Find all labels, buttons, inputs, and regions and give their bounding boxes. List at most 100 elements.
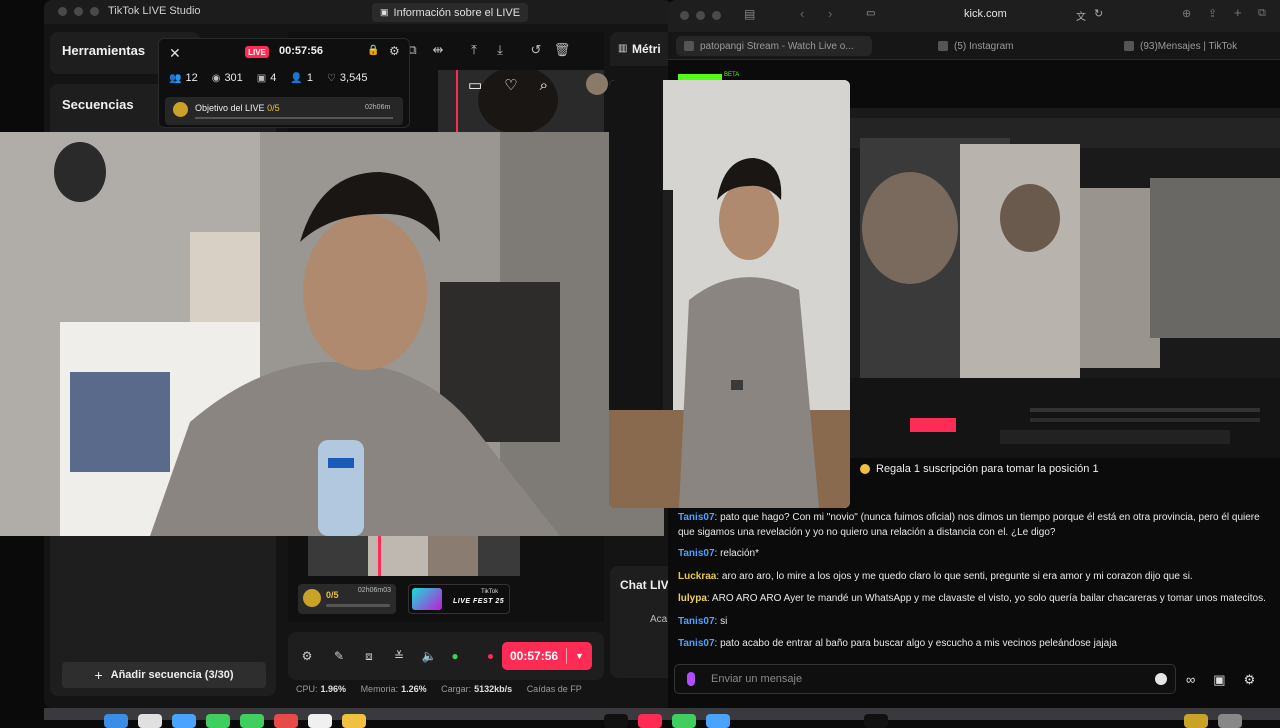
translate-icon[interactable]: 文	[1076, 8, 1086, 23]
address-bar[interactable]: kick.com	[964, 8, 1007, 20]
avatar[interactable]	[586, 73, 608, 95]
scene-thumbnail[interactable]	[308, 536, 520, 576]
chat-text: aro aro aro, lo mire a los ojos y me que…	[721, 571, 1193, 582]
chat-username[interactable]: Tanis07	[678, 638, 715, 649]
metrics-panel[interactable]: ▥ Métri	[610, 32, 672, 66]
instagram-favicon	[938, 41, 948, 51]
app-store-icon[interactable]	[706, 714, 730, 728]
chat-username[interactable]: Tanis07	[678, 512, 715, 523]
live-goal-box[interactable]: Objetivo del LIVE 0/5 02h06m	[165, 97, 403, 125]
chevron-down-icon[interactable]: ▼	[575, 651, 584, 661]
notes-icon[interactable]	[342, 714, 366, 728]
music-icon[interactable]	[638, 714, 662, 728]
goal-time: 02h06m	[365, 104, 391, 111]
goal-label-text: Objetivo del LIVE	[195, 103, 265, 113]
minimize-window-button[interactable]	[74, 7, 83, 16]
trash-icon[interactable]	[1218, 714, 1242, 728]
add-user-icon: 👤	[290, 72, 303, 84]
flip-horizontal-icon[interactable]: ⇹	[430, 42, 446, 58]
cpu-value: 1.96%	[320, 684, 347, 694]
spotify-icon[interactable]	[864, 714, 888, 728]
end-live-button[interactable]: 00:57:56 ▼	[502, 642, 592, 670]
kick-stream-video[interactable]	[850, 108, 1280, 458]
chat-username[interactable]: Luckraa	[678, 571, 716, 582]
forward-icon[interactable]: ›	[828, 6, 832, 21]
users-icon: 👥	[169, 72, 182, 84]
live-info-label: Información sobre el LIVE	[393, 6, 521, 19]
chat-message: Tanis07: pato que hago? Con mi "novio" (…	[678, 512, 1260, 538]
move-bottom-icon[interactable]: ⤓	[492, 42, 508, 58]
page-icon: ▭	[866, 8, 876, 19]
zoom-window-button[interactable]	[712, 11, 721, 20]
launchpad-icon[interactable]	[138, 714, 162, 728]
gear-icon[interactable]: ⚙	[389, 44, 400, 58]
share-icon[interactable]: ⇪	[1208, 7, 1217, 20]
goal-mini-time: 02h06m03	[357, 587, 391, 594]
chat-text: pato que hago? Con mi "novio" (nunca fui…	[678, 512, 1260, 538]
tiktok-live-studio-icon[interactable]	[604, 714, 628, 728]
live-info-button[interactable]: ▣ Información sobre el LIVE	[372, 3, 529, 22]
tab-instagram[interactable]: (5) Instagram	[930, 36, 1100, 56]
layout-icon[interactable]: ⧈	[362, 649, 376, 663]
reload-icon[interactable]: ↻	[1094, 7, 1103, 20]
microphone-icon[interactable]: ●	[448, 649, 462, 663]
undo-icon[interactable]: ↺	[528, 42, 544, 58]
close-icon[interactable]: ✕	[169, 45, 181, 62]
add-sequence-button[interactable]: + Añadir secuencia (3/30)	[62, 662, 266, 688]
sliders-icon[interactable]: ≚	[392, 649, 406, 663]
download-icon[interactable]: ⊕	[1182, 7, 1191, 20]
live-fest-title: LIVE FEST 25	[453, 598, 505, 605]
facetime-icon[interactable]	[240, 714, 264, 728]
live-control-bar: ⚙ ✎ ⧈ ≚ 🔈 ● 00:57:56 ▼	[288, 632, 604, 680]
close-window-button[interactable]	[58, 7, 67, 16]
browse-icon[interactable]: ▭	[468, 76, 482, 94]
safari-toolbar: ▤ ‹ › ▭ kick.com 文 ↻ ⊕ ⇪ + ⧉	[668, 0, 1280, 32]
safari-icon[interactable]	[172, 714, 196, 728]
chat-username[interactable]: lulypa	[678, 593, 707, 604]
chat-text: ARO ARO ARO Ayer te mandé un WhatsApp y …	[711, 593, 1266, 604]
tab-tiktok-messages[interactable]: (93)Mensajes | TikTok	[1116, 36, 1276, 56]
minimize-window-button[interactable]	[696, 11, 705, 20]
zoom-window-button[interactable]	[90, 7, 99, 16]
heart-icon: ♡	[326, 72, 336, 84]
live-goal-widget[interactable]: 0/5 02h06m03	[298, 584, 396, 614]
move-top-icon[interactable]: ⤒	[466, 42, 482, 58]
back-icon[interactable]: ‹	[800, 6, 804, 21]
chat-input[interactable]: Enviar un mensaje	[674, 664, 1176, 694]
volume-icon[interactable]: 🔈	[422, 649, 437, 663]
gift-icon[interactable]: ▣	[1213, 672, 1225, 688]
chart-icon: ▥	[618, 43, 628, 54]
calendar-icon[interactable]	[308, 714, 332, 728]
gifts-stat: ▣ 4	[257, 72, 277, 84]
microphone-icon[interactable]	[687, 672, 695, 686]
whatsapp-icon[interactable]	[672, 714, 696, 728]
finder-icon[interactable]	[104, 714, 128, 728]
messages-icon[interactable]	[206, 714, 230, 728]
sidebar-icon[interactable]: ▤	[744, 7, 755, 21]
lock-icon[interactable]: 🔒	[367, 45, 379, 56]
tab-overview-icon[interactable]: ⧉	[1258, 7, 1266, 20]
live-chat-preview: Aca	[650, 614, 668, 625]
kicks-icon[interactable]: ∞	[1186, 672, 1195, 688]
divider	[566, 648, 568, 664]
downloads-stack-icon[interactable]	[1184, 714, 1208, 728]
gift-sub-banner[interactable]: Regala 1 suscripción para tomar la posic…	[850, 458, 1280, 480]
chat-actions: ∞ ▣ ⚙	[1186, 672, 1255, 688]
scene-toolbar: ⧉ ⇹ ⤒ ⤓ ↺ 🗑	[404, 36, 604, 64]
search-icon[interactable]: ⌕	[540, 77, 548, 94]
chat-settings-icon[interactable]: ⚙	[1244, 672, 1256, 688]
new-tab-icon[interactable]: +	[1234, 5, 1242, 20]
magic-wand-icon[interactable]: ✎	[332, 649, 346, 663]
tab-kick-stream[interactable]: patopangi Stream - Watch Live o...	[676, 36, 872, 56]
tab-label: patopangi Stream - Watch Live o...	[700, 40, 854, 52]
photos-icon[interactable]	[274, 714, 298, 728]
trash-icon[interactable]: 🗑	[554, 42, 571, 58]
close-window-button[interactable]	[680, 11, 689, 20]
live-badge: LIVE	[245, 46, 269, 58]
chat-username[interactable]: Tanis07	[678, 548, 715, 559]
settings-icon[interactable]: ⚙	[300, 649, 314, 663]
live-fest-banner[interactable]: TikTok LIVE FEST 25	[408, 584, 510, 614]
heart-icon[interactable]: ♡	[504, 76, 517, 94]
chat-username[interactable]: Tanis07	[678, 616, 715, 627]
emoji-icon[interactable]	[1155, 673, 1167, 685]
